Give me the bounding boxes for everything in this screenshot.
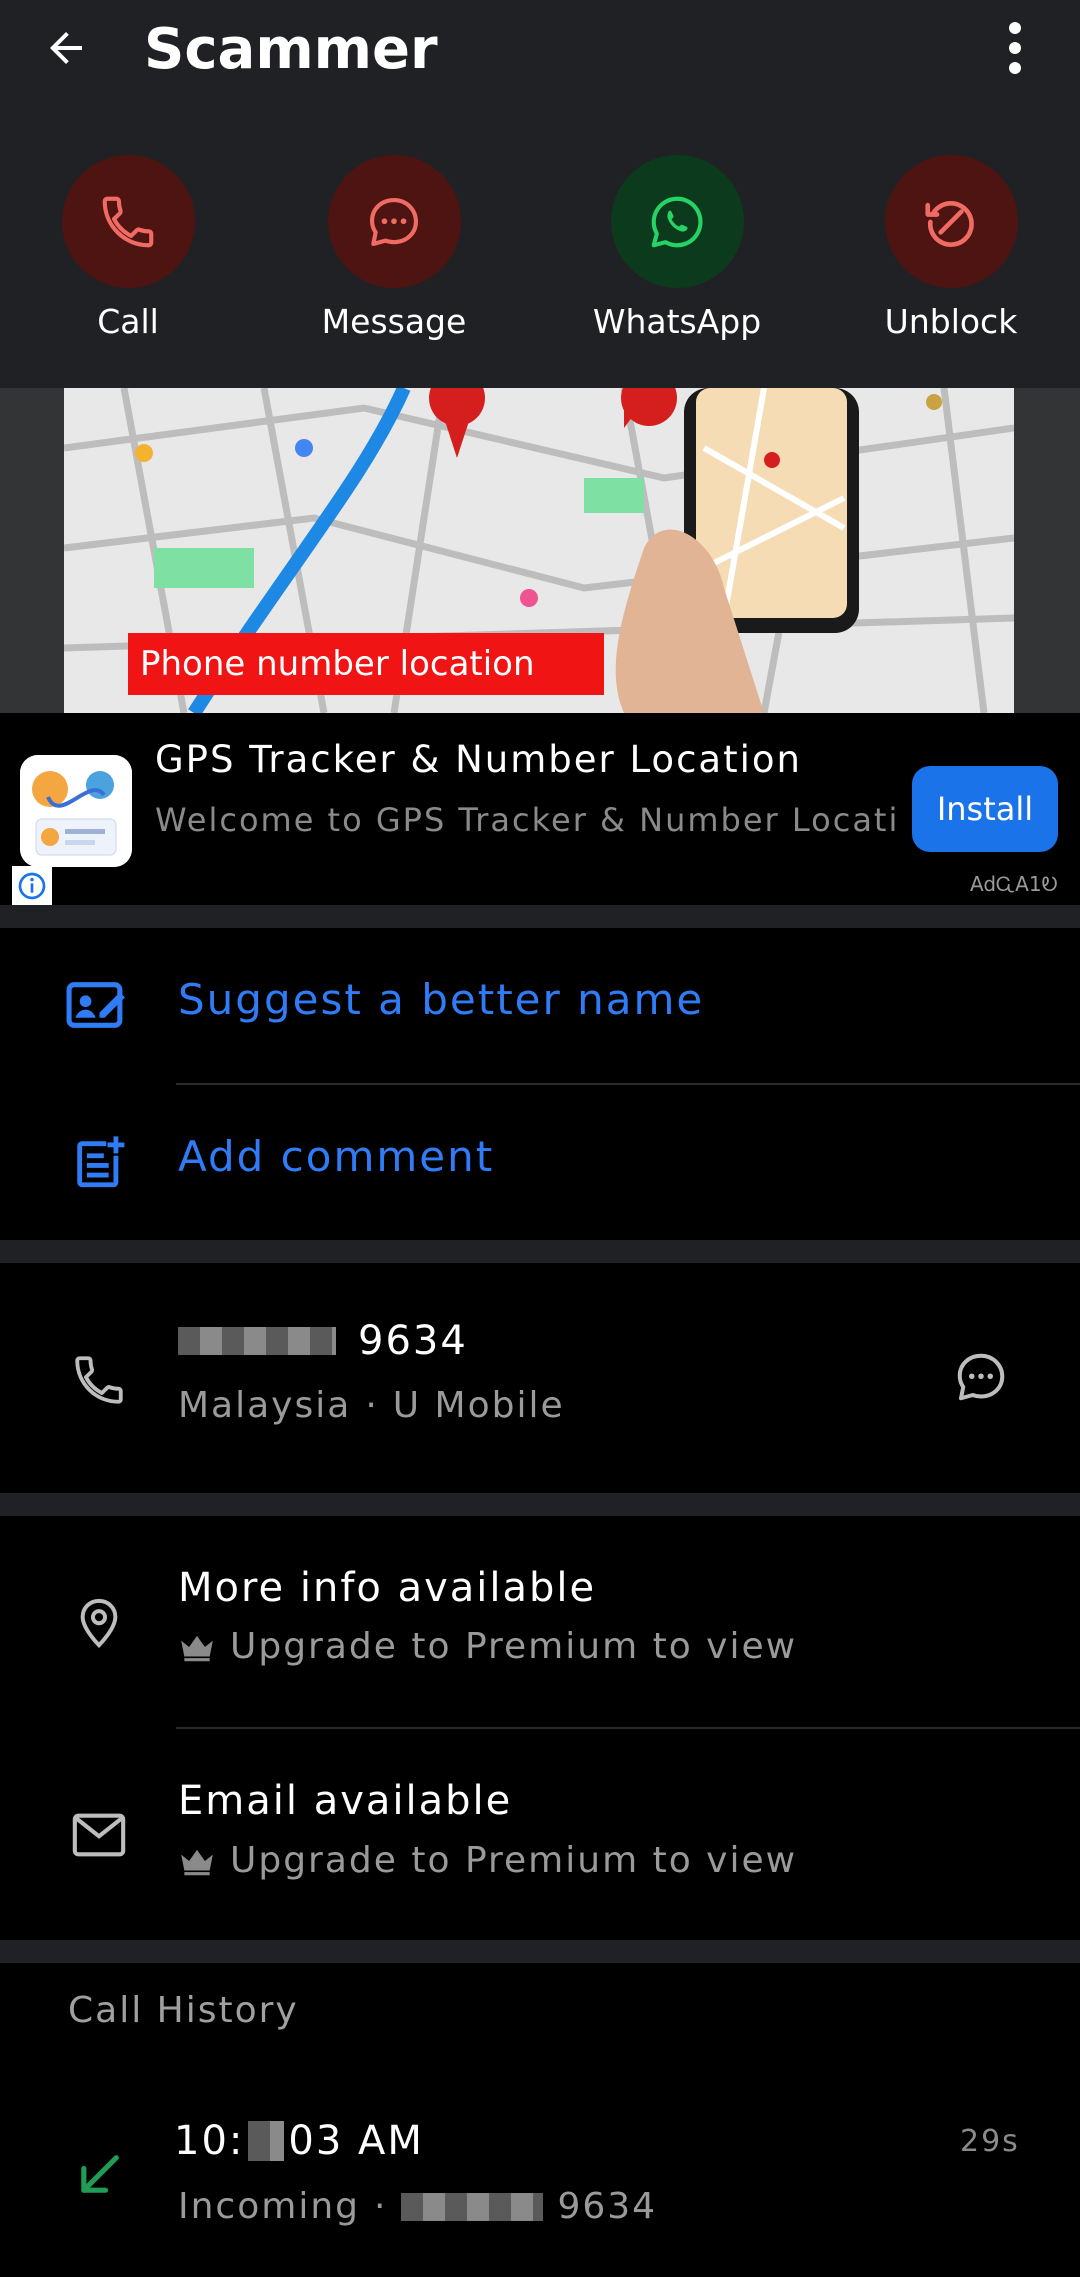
call-time-prefix: 10:: [174, 2118, 245, 2164]
ad-description: Welcome to GPS Tracker & Number Location…: [155, 801, 895, 839]
section-divider: [0, 1940, 1080, 1963]
redacted-time: [248, 2121, 285, 2161]
separator-dot: ·: [365, 1385, 379, 1426]
more-vert-icon: [1009, 22, 1021, 74]
upgrade-label: Upgrade to Premium to view: [230, 1626, 798, 1667]
add-comment-icon: [77, 1136, 125, 1188]
separator-dot: ·: [374, 2186, 388, 2227]
ad-image-caption: Phone number location: [128, 633, 604, 695]
back-button[interactable]: [36, 18, 96, 78]
message-icon: [369, 197, 419, 246]
country-label: Malaysia: [178, 1385, 352, 1426]
phone-number-suffix: 9634: [358, 1318, 468, 1364]
call-label: Call: [97, 302, 159, 341]
install-button[interactable]: Install: [912, 766, 1058, 852]
call-type-label: Incoming: [178, 2186, 360, 2227]
call-time-suffix: 03 AM: [288, 2118, 424, 2164]
premium-crown-icon: [181, 1635, 213, 1661]
call-details: Incoming · 9634: [178, 2186, 657, 2227]
call-duration: 29s: [960, 2124, 1020, 2159]
more-info-row-icon: [64, 1588, 134, 1658]
edit-name-icon: [66, 982, 125, 1028]
unblock-button[interactable]: [884, 155, 1018, 288]
ad-title[interactable]: GPS Tracker & Number Location: [155, 738, 802, 781]
email-icon: [72, 1813, 126, 1857]
section-divider: [0, 905, 1080, 928]
add-comment-link[interactable]: Add comment: [178, 1132, 494, 1181]
location-pin-icon: [80, 1598, 118, 1648]
unblock-action[interactable]: Unblock: [841, 155, 1061, 345]
add-comment-row-icon: [64, 1128, 134, 1198]
number-location: Malaysia · U Mobile: [178, 1385, 565, 1426]
suggest-name-link[interactable]: Suggest a better name: [178, 975, 704, 1024]
redacted-number-prefix: [178, 1327, 336, 1355]
contact-header: Scammer Call Message WhatsApp Unblock: [0, 0, 1080, 388]
unblock-label: Unblock: [884, 302, 1018, 341]
arrow-back-icon: [50, 32, 82, 64]
phone-outline-icon: [75, 1356, 123, 1404]
call-number-suffix: 9634: [557, 2186, 658, 2227]
message-label: Message: [321, 302, 467, 341]
ad-map-image[interactable]: Phone number location: [64, 388, 1014, 713]
row-separator: [176, 1727, 1080, 1729]
call-time[interactable]: 10: 03 AM: [174, 2118, 424, 2164]
message-action[interactable]: Message: [284, 155, 504, 345]
more-info-upgrade[interactable]: Upgrade to Premium to view: [178, 1626, 797, 1667]
phone-icon: [102, 196, 154, 247]
email-upgrade[interactable]: Upgrade to Premium to view: [178, 1840, 797, 1881]
more-info-title[interactable]: More info available: [178, 1565, 596, 1611]
suggest-name-row-icon: [62, 970, 132, 1040]
overflow-menu-button[interactable]: [990, 18, 1040, 78]
phone-number[interactable]: 9634: [178, 1318, 468, 1364]
upgrade-label: Upgrade to Premium to view: [230, 1840, 798, 1881]
email-row-icon: [64, 1800, 134, 1870]
info-icon: [18, 872, 46, 900]
call-button[interactable]: [61, 155, 195, 288]
ad-label: AdᏩA1Ꭷ: [970, 872, 1058, 896]
call-action[interactable]: Call: [18, 155, 238, 345]
section-divider: [0, 1240, 1080, 1263]
sms-number-button[interactable]: [946, 1342, 1016, 1412]
carrier-label: U Mobile: [392, 1385, 565, 1426]
premium-crown-icon: [181, 1849, 213, 1875]
whatsapp-label: WhatsApp: [592, 302, 762, 341]
contact-name: Scammer: [144, 17, 438, 82]
message-button[interactable]: [327, 155, 461, 288]
call-history-title: Call History: [68, 1990, 299, 2031]
section-divider: [0, 1493, 1080, 1516]
ad-app-icon[interactable]: [20, 755, 132, 867]
redacted-number-prefix: [401, 2192, 544, 2221]
app-logo-icon: [20, 755, 132, 867]
row-separator: [176, 1083, 1080, 1085]
incoming-call-icon: [81, 2155, 119, 2193]
whatsapp-button[interactable]: [610, 155, 744, 288]
ad-choices-button[interactable]: [12, 866, 52, 906]
call-type-icon-wrap: [64, 2140, 134, 2210]
email-title[interactable]: Email available: [178, 1778, 512, 1824]
number-row-icon: [64, 1345, 134, 1415]
message-outline-icon: [957, 1353, 1005, 1401]
whatsapp-action[interactable]: WhatsApp: [567, 155, 787, 345]
unblock-icon: [925, 200, 974, 247]
whatsapp-icon: [651, 196, 703, 247]
